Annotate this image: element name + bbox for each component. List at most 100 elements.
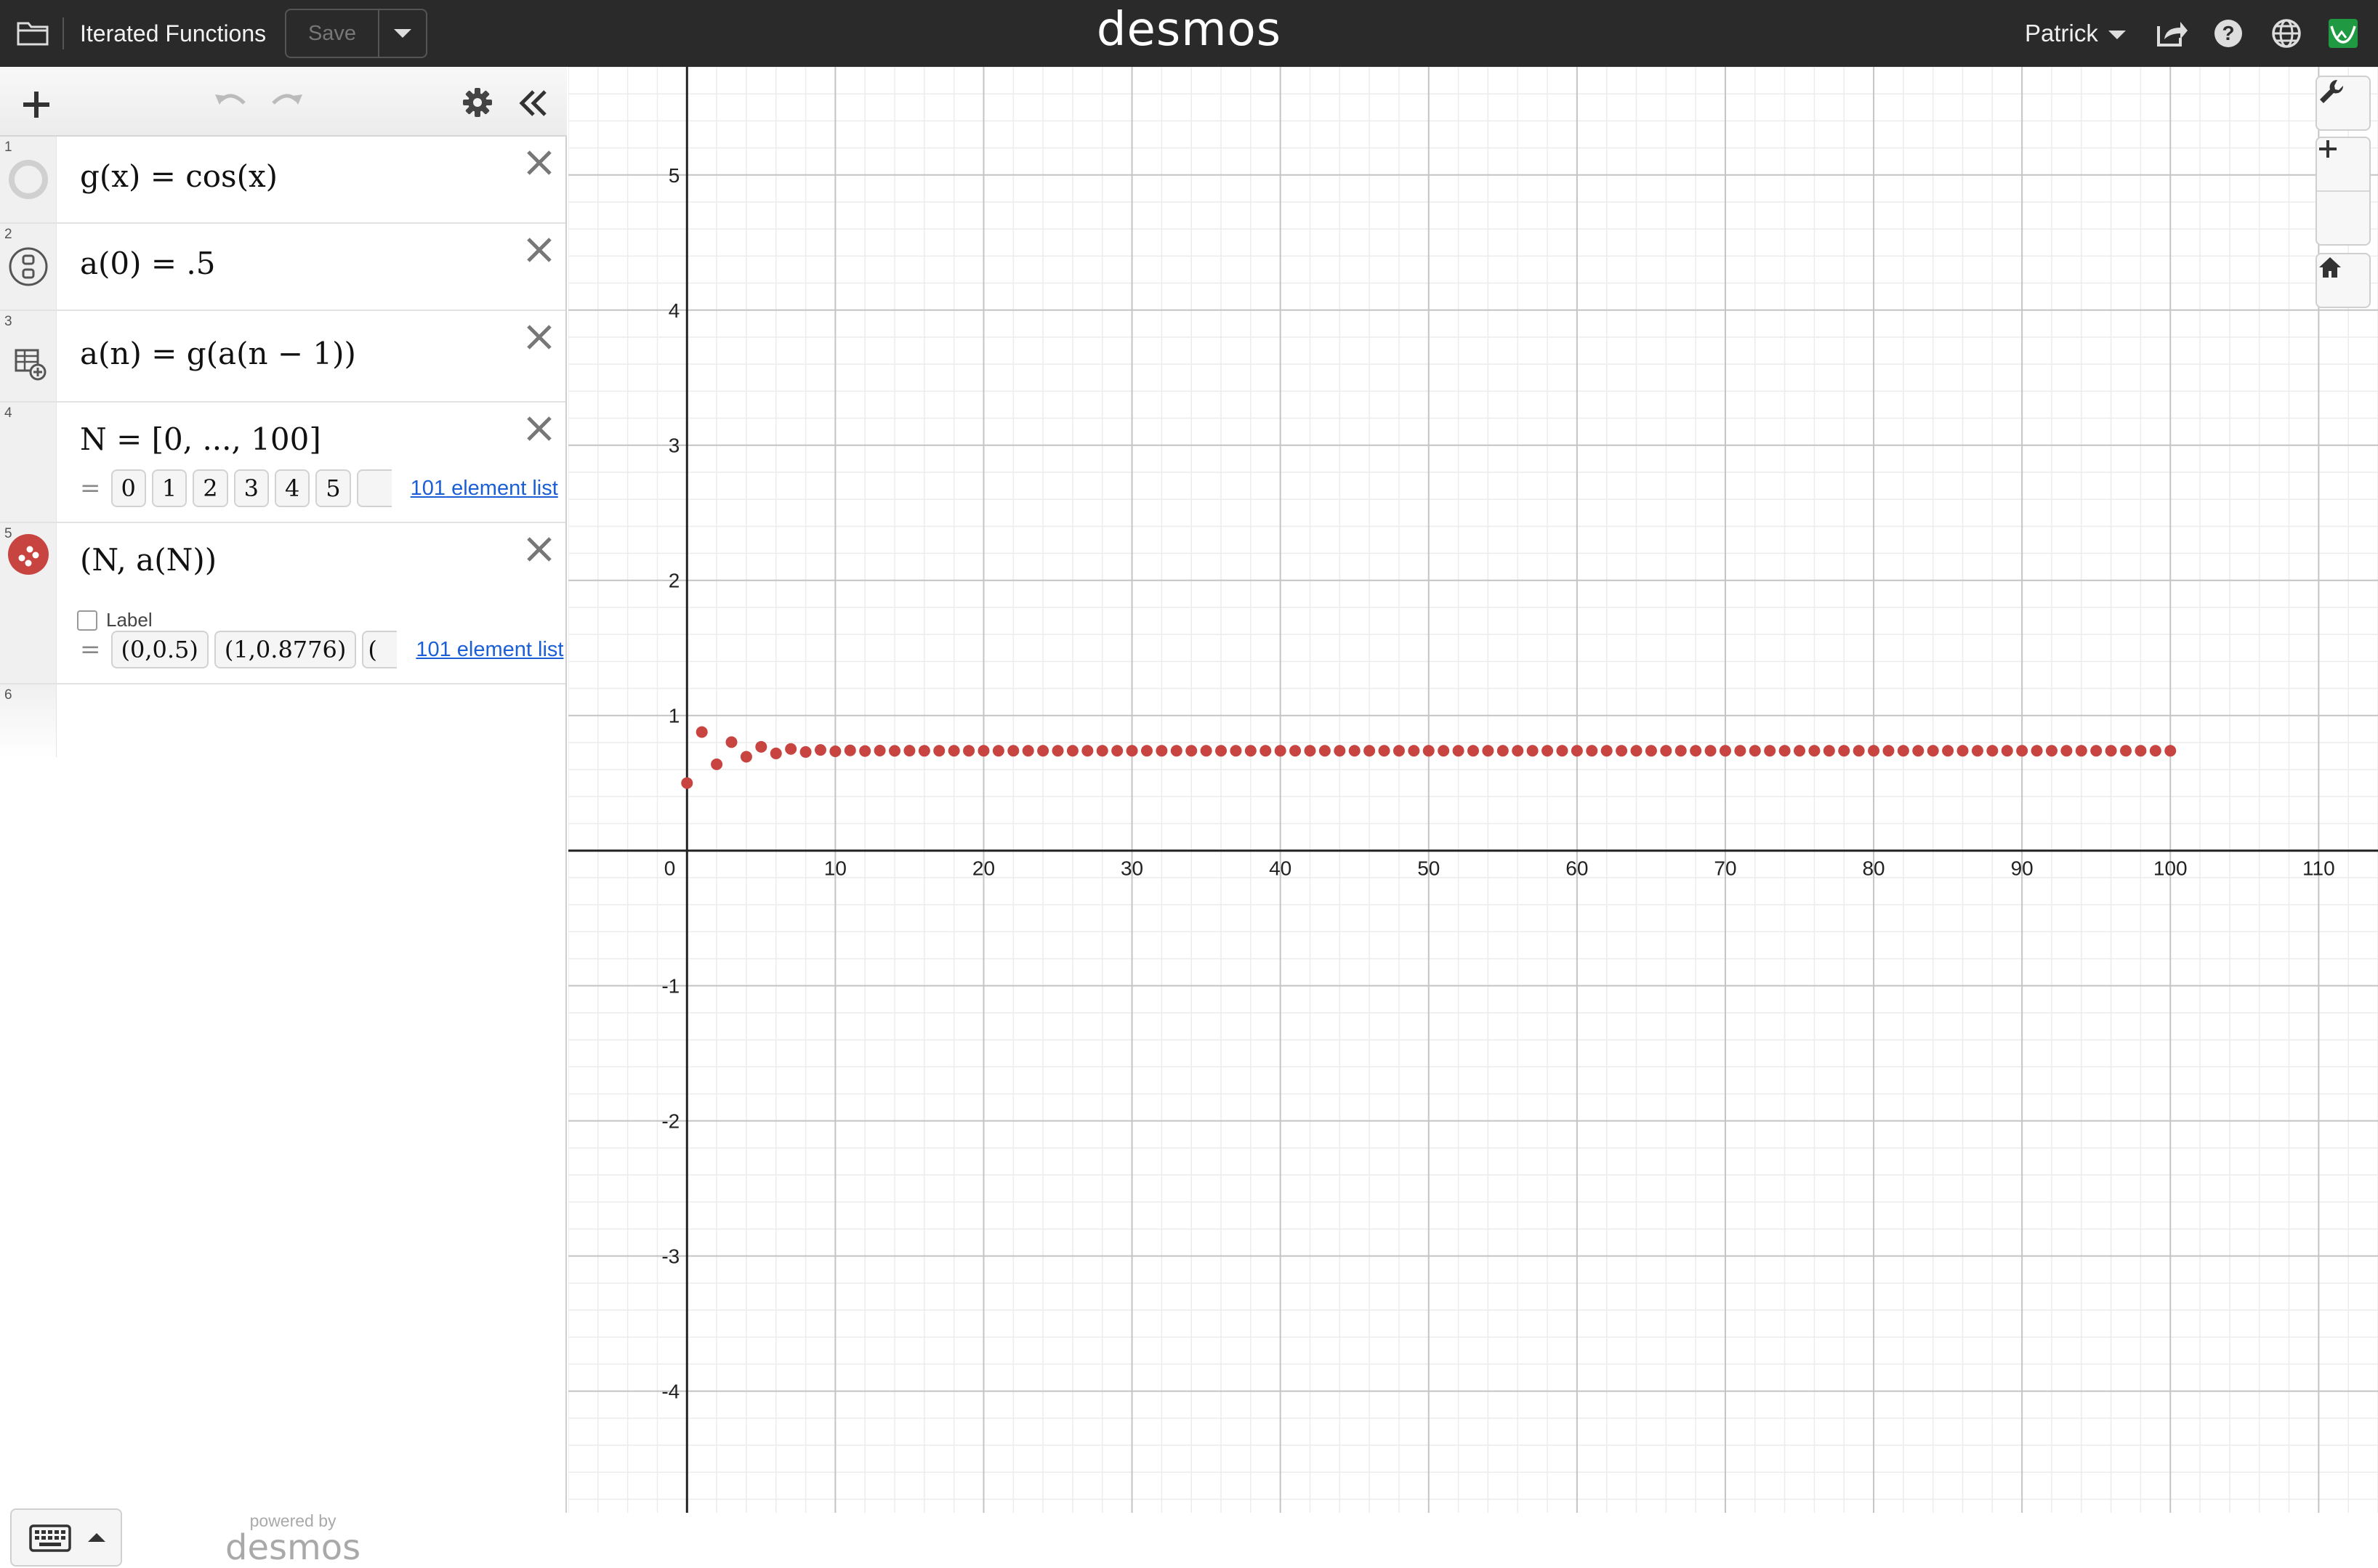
data-point[interactable] — [2045, 745, 2057, 757]
data-point[interactable] — [1956, 745, 1969, 757]
data-point[interactable] — [1630, 745, 1643, 757]
data-point[interactable] — [1571, 745, 1583, 757]
data-point[interactable] — [1971, 745, 1983, 757]
data-point[interactable] — [1022, 745, 1034, 757]
data-point[interactable] — [1052, 745, 1064, 757]
data-point[interactable] — [2075, 745, 2087, 757]
data-point[interactable] — [711, 758, 723, 770]
add-table-icon[interactable] — [7, 344, 49, 387]
point-series-icon[interactable] — [7, 533, 49, 575]
data-point[interactable] — [1600, 745, 1613, 757]
data-point[interactable] — [918, 745, 930, 757]
data-point[interactable] — [963, 745, 975, 757]
data-point[interactable] — [799, 745, 812, 758]
data-point[interactable] — [1690, 745, 1702, 757]
data-point[interactable] — [1823, 745, 1835, 757]
data-point[interactable] — [1066, 745, 1079, 757]
data-point[interactable] — [2001, 745, 2013, 757]
data-point[interactable] — [1778, 745, 1791, 757]
account-icon[interactable] — [2326, 16, 2361, 51]
delete-expression-icon[interactable] — [525, 235, 554, 264]
data-point[interactable] — [978, 745, 990, 757]
expression-row[interactable]: 5 (N, a(N)) Label = (0,0.5) (1,0.8776) (… — [0, 523, 565, 684]
expression-row[interactable]: 2 a(0) = .5 — [0, 224, 565, 311]
data-point[interactable] — [1586, 745, 1598, 757]
function-graph-circle-icon[interactable] — [7, 158, 49, 201]
data-point[interactable] — [1140, 745, 1153, 757]
data-point[interactable] — [1170, 745, 1182, 757]
data-point[interactable] — [2090, 745, 2103, 757]
data-point[interactable] — [785, 743, 797, 755]
delete-expression-icon[interactable] — [525, 148, 554, 177]
data-point[interactable] — [1882, 745, 1895, 757]
data-point[interactable] — [1704, 745, 1717, 757]
data-point[interactable] — [1289, 745, 1302, 757]
data-point[interactable] — [1719, 745, 1731, 757]
expression-row[interactable]: 3 a(n) = g(a(n − 1)) — [0, 311, 565, 403]
data-point[interactable] — [681, 777, 693, 789]
graph-settings-button[interactable] — [2317, 77, 2369, 129]
data-point[interactable] — [2164, 745, 2177, 757]
data-point[interactable] — [1868, 745, 1880, 757]
data-point[interactable] — [1482, 745, 1494, 757]
data-point[interactable] — [1645, 745, 1657, 757]
data-point[interactable] — [2105, 745, 2117, 757]
data-point[interactable] — [1438, 745, 1450, 757]
data-point[interactable] — [1838, 745, 1850, 757]
data-point[interactable] — [1259, 745, 1272, 757]
data-point[interactable] — [725, 736, 738, 748]
data-point[interactable] — [1496, 745, 1509, 757]
data-point[interactable] — [1942, 745, 1954, 757]
data-point[interactable] — [1348, 745, 1361, 757]
data-point[interactable] — [948, 745, 960, 757]
data-point[interactable] — [1334, 745, 1346, 757]
data-point[interactable] — [874, 745, 886, 757]
label-checkbox[interactable] — [77, 610, 97, 631]
document-title[interactable]: Iterated Functions — [80, 17, 266, 49]
data-point[interactable] — [933, 745, 946, 757]
data-point[interactable] — [1392, 745, 1405, 757]
data-point[interactable] — [1185, 745, 1198, 757]
data-point[interactable] — [859, 745, 871, 757]
data-point[interactable] — [814, 744, 826, 756]
data-point[interactable] — [1467, 745, 1479, 757]
data-point[interactable] — [1749, 745, 1761, 757]
data-point[interactable] — [2060, 745, 2073, 757]
home-button[interactable] — [2317, 254, 2369, 307]
data-point[interactable] — [844, 744, 856, 756]
data-point[interactable] — [1452, 745, 1464, 757]
user-menu[interactable]: Patrick — [2025, 17, 2098, 49]
label-toggle[interactable]: Label — [77, 609, 153, 631]
data-point[interactable] — [1897, 745, 1909, 757]
slider-icon[interactable] — [7, 246, 49, 288]
data-point[interactable] — [740, 751, 752, 763]
share-icon[interactable] — [2153, 16, 2188, 51]
data-point[interactable] — [1111, 745, 1124, 757]
data-point[interactable] — [1244, 745, 1257, 757]
save-menu-button[interactable] — [379, 10, 426, 57]
data-point[interactable] — [1764, 745, 1776, 757]
data-point[interactable] — [1808, 745, 1821, 757]
data-point[interactable] — [1215, 745, 1228, 757]
expression-row[interactable]: 4 N = [0, ..., 100] = 0 1 2 3 4 5 101 el… — [0, 403, 565, 523]
element-list-link[interactable]: 101 element list — [416, 638, 563, 662]
data-point[interactable] — [1616, 745, 1628, 757]
data-point[interactable] — [1794, 745, 1806, 757]
data-point[interactable] — [1986, 745, 1999, 757]
expression-math[interactable]: a(0) = .5 — [80, 246, 216, 281]
folder-icon[interactable] — [16, 19, 49, 47]
powered-by-desmos[interactable]: powered by desmos — [225, 1511, 360, 1565]
graph-canvas[interactable]: 0 10 20 30 40 50 60 70 80 90 100 110 5 4 3 2 1 -1 -2 -3 -4 — [568, 67, 2378, 1513]
undo-icon[interactable] — [214, 87, 249, 116]
delete-expression-icon[interactable] — [525, 323, 554, 352]
redo-icon[interactable] — [269, 87, 304, 116]
data-point[interactable] — [770, 747, 782, 759]
expression-math[interactable]: N = [0, ..., 100] — [80, 421, 321, 457]
data-point[interactable] — [1526, 745, 1539, 757]
user-menu-caret-icon[interactable] — [2108, 29, 2127, 41]
expression-row[interactable]: 1 g(x) = cos(x) — [0, 137, 565, 224]
zoom-out-button[interactable] — [2317, 147, 2369, 244]
data-point[interactable] — [1541, 745, 1554, 757]
data-point[interactable] — [1927, 745, 1939, 757]
settings-icon[interactable] — [461, 86, 494, 119]
